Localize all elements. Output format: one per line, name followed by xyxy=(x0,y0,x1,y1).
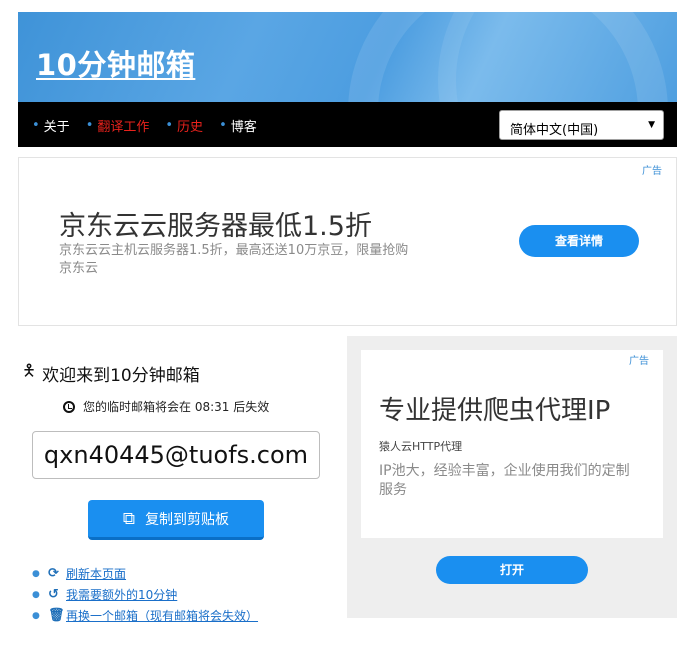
history-icon: ↺ xyxy=(48,587,59,602)
ad-brand: 猿人云HTTP代理 xyxy=(379,440,463,453)
email-address-field[interactable]: qxn40445@tuofs.com xyxy=(32,431,320,479)
expire-notice: 您的临时邮箱将会在 08:31 后失效 xyxy=(63,398,269,415)
welcome-heading: 🯅 欢迎来到10分钟邮箱 xyxy=(22,361,200,386)
ad-details-button[interactable]: 查看详情 xyxy=(519,225,639,257)
bullet-icon: ● xyxy=(32,568,40,579)
site-logo[interactable]: 10分钟邮箱 xyxy=(36,42,195,84)
bullet-icon: ● xyxy=(32,610,40,621)
nav-bar: • 关于 • 翻译工作 • 历史 • 博客 简体中文(中国) ▼ xyxy=(18,102,677,147)
header-decoration xyxy=(438,12,677,102)
site-header: 10分钟邮箱 xyxy=(18,12,677,102)
clock-icon xyxy=(63,400,75,413)
ad-description: IP池大，经验丰富，企业使用我们的定制服务 xyxy=(379,463,630,498)
bullet-icon: • xyxy=(85,118,94,133)
new-mailbox-link[interactable]: 再换一个邮箱（现有邮箱将会失效） xyxy=(66,607,258,624)
copy-to-clipboard-button[interactable]: ⧉ 复制到剪贴板 xyxy=(88,500,264,540)
refresh-page-link[interactable]: 刷新本页面 xyxy=(66,565,126,582)
bullet-icon: ● xyxy=(32,589,40,600)
nav-item-translate[interactable]: • 翻译工作 xyxy=(86,116,150,135)
ad-open-button[interactable]: 打开 xyxy=(436,556,588,584)
bullet-icon: • xyxy=(32,118,40,133)
ad-title[interactable]: 专业提供爬虫代理IP xyxy=(379,390,610,427)
ad-label: 广告 xyxy=(629,356,649,367)
nav-item-about[interactable]: • 关于 xyxy=(32,116,70,135)
refresh-icon: ⟳ xyxy=(48,566,59,581)
list-item: ● 🗑 再换一个邮箱（现有邮箱将会失效） xyxy=(32,605,258,626)
trash-icon: 🗑 xyxy=(48,608,65,623)
person-icon: 🯅 xyxy=(22,361,37,380)
nav-item-history[interactable]: • 历史 xyxy=(165,116,203,135)
ad-description: 京东云云主机云服务器1.5折，最高还送10万京豆，限量抢购 京东云 xyxy=(59,243,409,276)
ad-title[interactable]: 京东云云服务器最低1.5折 xyxy=(59,204,372,243)
list-item: ● ⟳ 刷新本页面 xyxy=(32,563,258,584)
dropdown-arrow-icon: ▼ xyxy=(648,120,655,130)
list-item: ● ↺ 我需要额外的10分钟 xyxy=(32,584,258,605)
ad-banner-side[interactable]: 广告 专业提供爬虫代理IP 猿人云HTTP代理 IP池大，经验丰富，企业使用我们… xyxy=(347,336,677,618)
nav-menu: • 关于 • 翻译工作 • 历史 • 博客 xyxy=(32,116,273,135)
nav-item-blog[interactable]: • 博客 xyxy=(219,116,257,135)
ad-label: 广告 xyxy=(642,166,662,177)
ad-banner-top[interactable]: 广告 京东云云服务器最低1.5折 京东云云主机云服务器1.5折，最高还送10万京… xyxy=(18,157,677,326)
action-links: ● ⟳ 刷新本页面 ● ↺ 我需要额外的10分钟 ● 🗑 再换一个邮箱（现有邮箱… xyxy=(32,563,258,626)
extend-time-link[interactable]: 我需要额外的10分钟 xyxy=(66,586,177,603)
ad-card[interactable]: 广告 专业提供爬虫代理IP 猿人云HTTP代理 IP池大，经验丰富，企业使用我们… xyxy=(361,350,663,538)
bullet-icon: • xyxy=(219,118,227,133)
copy-icon: ⧉ xyxy=(122,508,136,529)
language-select[interactable]: 简体中文(中国) ▼ xyxy=(499,110,664,140)
bullet-icon: • xyxy=(165,118,174,133)
